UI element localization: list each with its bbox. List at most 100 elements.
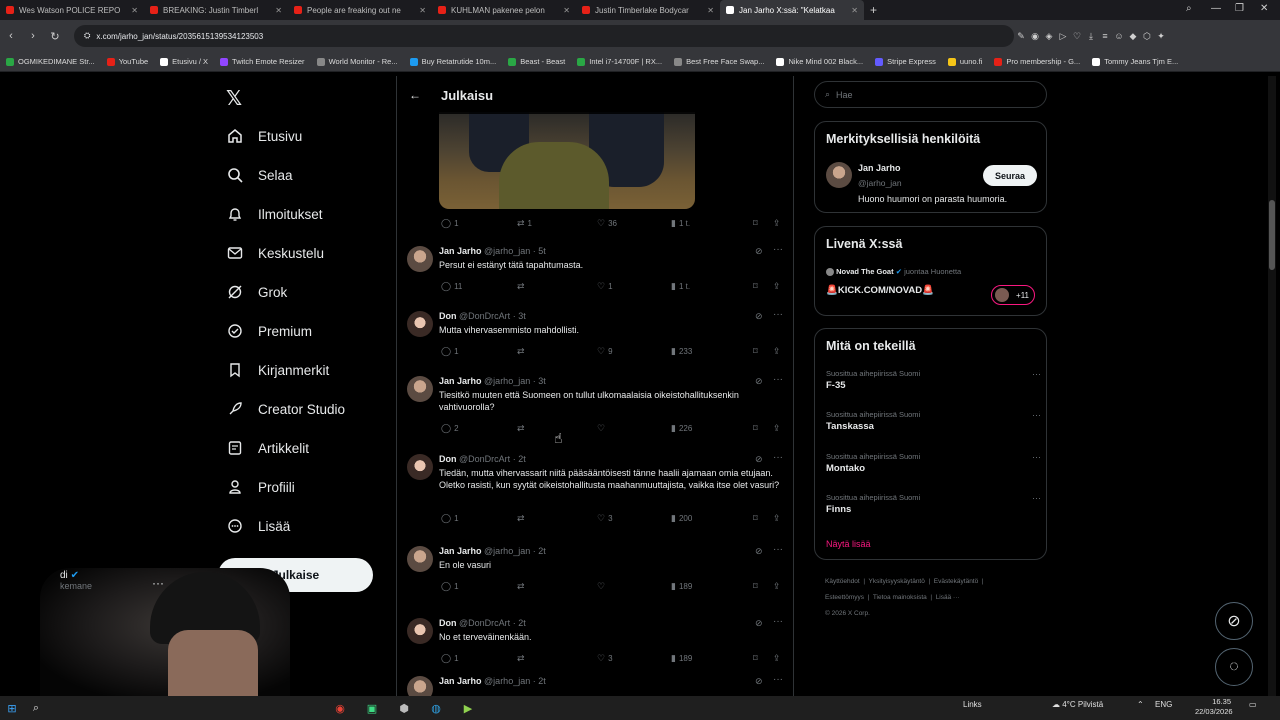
links-toolbar[interactable]: Links <box>963 700 982 709</box>
views-button[interactable]: ▮ 226 <box>671 423 692 434</box>
live-host-line[interactable]: Novad The Goat ✔ juontaa Huonetta <box>826 267 961 277</box>
browser-tab[interactable]: Wes Watson POLICE REPO ✕ <box>0 0 144 20</box>
bookmark-button[interactable]: ⌑ <box>753 513 758 524</box>
edge-icon[interactable]: ◍ <box>424 696 448 720</box>
search-icon[interactable]: ⌕ <box>24 696 48 720</box>
more-icon[interactable]: ··· <box>773 309 783 320</box>
author-name[interactable]: Don <box>439 454 457 464</box>
nav-item-more[interactable]: Lisää <box>226 513 290 539</box>
more-icon[interactable]: ··· <box>773 674 783 685</box>
author-name[interactable]: Jan Jarho <box>439 376 482 386</box>
bookmark[interactable]: Best Free Face Swap... <box>674 57 764 66</box>
live-space-title[interactable]: 🚨KICK.COM/NOVAD🚨 <box>826 285 934 296</box>
views-button[interactable]: ▮ 200 <box>671 513 692 524</box>
profile-icon[interactable]: ☺ <box>1112 31 1126 41</box>
avatar[interactable] <box>407 618 433 644</box>
browser-tab[interactable]: Justin Timberlake Bodycar ✕ <box>576 0 720 20</box>
close-icon[interactable]: ✕ <box>131 6 138 15</box>
search-tabs-icon[interactable]: ⌕ <box>1186 3 1192 14</box>
like-button[interactable]: ♡ <box>597 423 608 434</box>
nav-item-grok[interactable]: Grok <box>226 279 287 305</box>
bookmark-button[interactable]: ⌑ <box>753 218 758 229</box>
app-icon[interactable]: ⬢ <box>392 696 416 720</box>
trend-item[interactable]: Suosittua aihepiirissä Suomi Finns ··· <box>826 493 1041 515</box>
ai-icon[interactable]: ✦ <box>1154 31 1168 42</box>
account-more-icon[interactable]: ··· <box>152 576 164 590</box>
bookmark[interactable]: Tommy Jeans Tjm E... <box>1092 57 1178 66</box>
author-name[interactable]: Jan Jarho <box>439 676 482 686</box>
grok-icon[interactable]: ⊘ <box>755 246 763 257</box>
post-time[interactable]: 2t <box>538 546 546 556</box>
reply-button[interactable]: ◯ 1 <box>441 653 459 664</box>
x-logo-icon[interactable]: 𝕏 <box>226 86 242 111</box>
share-button[interactable]: ⇪ <box>773 423 781 434</box>
share-button[interactable]: ⇪ <box>773 346 781 357</box>
author-handle[interactable]: @jarho_jan <box>484 546 530 556</box>
trend-item[interactable]: Suosittua aihepiirissä Suomi Montako ··· <box>826 452 1041 474</box>
site-info-icon[interactable]: ⛭ <box>84 31 90 41</box>
nav-item-messages[interactable]: Keskustelu <box>226 240 324 266</box>
close-icon[interactable]: ✕ <box>563 6 570 15</box>
post-time[interactable]: 2t <box>518 618 526 628</box>
views-button[interactable]: ▮ 1 t. <box>671 218 690 229</box>
author-name[interactable]: Jan Jarho <box>439 546 482 556</box>
scrollbar-thumb[interactable] <box>1269 200 1275 270</box>
avatar[interactable] <box>407 246 433 272</box>
share-button[interactable]: ⇪ <box>773 218 781 229</box>
author-name[interactable]: Don <box>439 311 457 321</box>
close-icon[interactable]: ✕ <box>275 6 282 15</box>
reply-button[interactable]: ◯ 1 <box>441 218 459 229</box>
repost-button[interactable]: ⇄ <box>517 653 528 664</box>
repost-button[interactable]: ⇄ <box>517 346 528 357</box>
views-button[interactable]: ▮ 1 t. <box>671 281 690 292</box>
language-indicator[interactable]: ENG <box>1155 700 1172 709</box>
search-input[interactable]: ⌕ Hae <box>814 81 1047 108</box>
bookmark[interactable]: Stripe Express <box>875 57 936 66</box>
more-icon[interactable]: ··· <box>1032 410 1041 420</box>
close-icon[interactable]: ✕ <box>419 6 426 15</box>
bookmark[interactable]: Nike Mind 002 Black... <box>776 57 863 66</box>
grok-icon[interactable]: ⊘ <box>755 454 763 465</box>
post-time[interactable]: 3t <box>518 311 526 321</box>
avatar[interactable] <box>407 454 433 480</box>
repost-button[interactable]: ⇄ <box>517 281 528 292</box>
like-button[interactable]: ♡ 9 <box>597 346 613 357</box>
grok-icon[interactable]: ⊘ <box>755 546 763 557</box>
more-icon[interactable]: ··· <box>773 616 783 627</box>
browser-tab[interactable]: KUHLMAN pakenee pelon ✕ <box>432 0 576 20</box>
nav-item-creator-studio[interactable]: Creator Studio <box>226 396 345 422</box>
post-image[interactable] <box>439 112 695 209</box>
play-icon[interactable]: ▷ <box>1056 31 1070 42</box>
bookmark[interactable]: Pro membership - G... <box>994 57 1080 66</box>
post-time[interactable]: 3t <box>538 376 546 386</box>
footer-link[interactable]: Yksityisyyskäytäntö <box>869 578 925 585</box>
share-button[interactable]: ⇪ <box>773 653 781 664</box>
bookmark-button[interactable]: ⌑ <box>753 346 758 357</box>
nav-item-profile[interactable]: Profiili <box>226 474 295 500</box>
avatar[interactable] <box>407 676 433 696</box>
avatar[interactable] <box>407 311 433 337</box>
share-button[interactable]: ⇪ <box>773 513 781 524</box>
download-icon[interactable]: ⤓ <box>1084 31 1098 42</box>
close-icon[interactable]: ✕ <box>707 6 714 15</box>
weather-widget[interactable]: ☁ 4°C Pilvistä <box>1052 700 1103 709</box>
views-button[interactable]: ▮ 233 <box>671 346 692 357</box>
avatar[interactable] <box>826 162 852 188</box>
bookmark[interactable]: Buy Retatrutide 10m... <box>409 57 496 66</box>
repost-button[interactable]: ⇄ <box>517 423 528 434</box>
app-icon[interactable]: ▶ <box>456 696 480 720</box>
person-name[interactable]: Jan Jarho <box>858 163 901 173</box>
browser-tab[interactable]: BREAKING: Justin Timberl ✕ <box>144 0 288 20</box>
app-icon[interactable]: ▣ <box>360 696 384 720</box>
like-button[interactable]: ♡ 1 <box>597 281 613 292</box>
reply-button[interactable]: ◯ 11 <box>441 281 462 292</box>
reply-button[interactable]: ◯ 1 <box>441 513 459 524</box>
maximize-icon[interactable]: ❐ <box>1235 3 1244 14</box>
grok-fab-button[interactable]: ⊘ <box>1215 602 1253 640</box>
bookmark[interactable]: OGMIKEDIMANE Str... <box>6 57 95 66</box>
more-icon[interactable]: ··· <box>773 452 783 463</box>
nav-item-notifications[interactable]: Ilmoitukset <box>226 201 323 227</box>
minimize-icon[interactable]: — <box>1211 3 1221 14</box>
author-handle[interactable]: @jarho_jan <box>484 246 530 256</box>
more-icon[interactable]: ··· <box>1032 369 1041 379</box>
